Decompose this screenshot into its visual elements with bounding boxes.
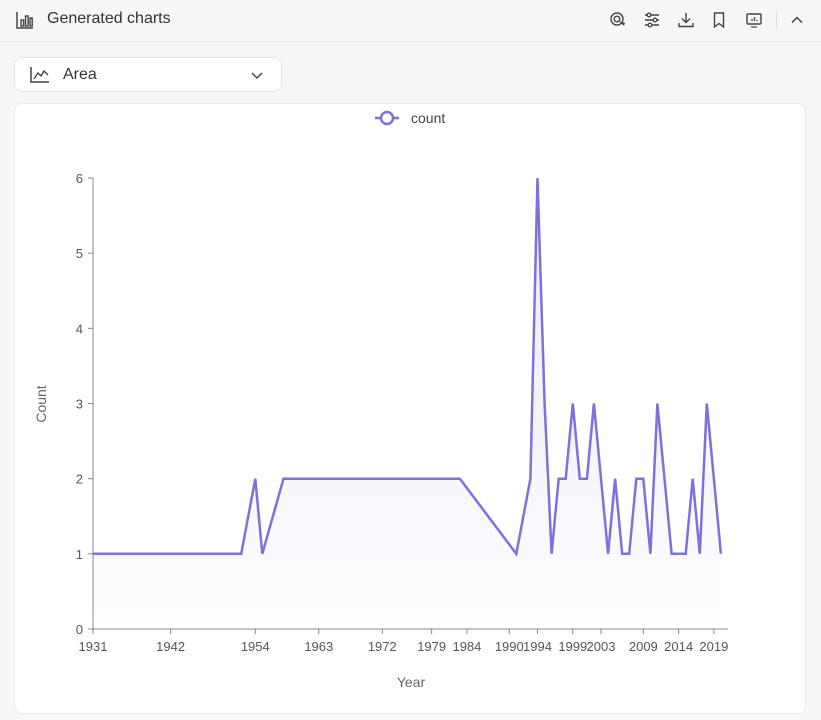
- download-icon[interactable]: [675, 9, 697, 31]
- bookmark-icon[interactable]: [708, 9, 730, 31]
- x-tick-label: 1994: [523, 639, 552, 654]
- x-tick-label: 2009: [629, 639, 658, 654]
- area-chart: count 0 1 2 3 4 5 6 1931 1942 1954 1963 1972 1979 198…: [33, 110, 728, 690]
- x-tick-label: 1954: [241, 639, 270, 654]
- area-fill: [93, 178, 721, 629]
- sliders-icon[interactable]: [641, 9, 663, 31]
- target-icon[interactable]: [607, 9, 629, 31]
- x-tick-label: 1979: [417, 639, 446, 654]
- y-tick-label: 2: [76, 472, 83, 487]
- y-axis-title: Count: [33, 385, 49, 422]
- x-tick-label: 1963: [304, 639, 333, 654]
- y-tick-label: 1: [76, 547, 83, 562]
- header-title: Generated charts: [47, 10, 171, 27]
- bar-chart-icon: [16, 12, 33, 29]
- chevron-down-icon: [251, 72, 263, 80]
- x-tick-label: 2003: [587, 639, 616, 654]
- y-tick-label: 5: [76, 246, 83, 261]
- x-tick-label: 2014: [664, 639, 693, 654]
- x-tick-label: 1931: [79, 639, 108, 654]
- chevron-up-icon[interactable]: [786, 9, 808, 31]
- x-tick-label: 2019: [699, 639, 728, 654]
- y-tick-label: 4: [76, 321, 83, 336]
- y-tick-label: 0: [76, 622, 83, 637]
- chart-type-label: Area: [63, 66, 97, 83]
- x-tick-label: 1972: [368, 639, 397, 654]
- x-tick-label: 1942: [156, 639, 185, 654]
- x-tick-label: 1999: [558, 639, 587, 654]
- charts-header: Generated charts: [0, 0, 821, 42]
- y-tick-label: 3: [76, 397, 83, 412]
- chart-legend[interactable]: count: [375, 110, 445, 126]
- legend-label: count: [411, 110, 445, 126]
- chart-type-select[interactable]: Area: [14, 57, 282, 92]
- x-tick-label: 1990: [495, 639, 524, 654]
- chart-card: count 0 1 2 3 4 5 6 1931 1942 1954 1963 1972 1979 198…: [14, 103, 806, 714]
- x-axis-title: Year: [397, 674, 426, 690]
- y-tick-label: 6: [76, 171, 83, 186]
- toolbar-divider: [776, 10, 777, 30]
- x-tick-label: 1984: [452, 639, 481, 654]
- legend-marker-icon: [379, 110, 395, 126]
- presentation-icon[interactable]: [743, 9, 765, 31]
- area-chart-icon: [30, 67, 49, 83]
